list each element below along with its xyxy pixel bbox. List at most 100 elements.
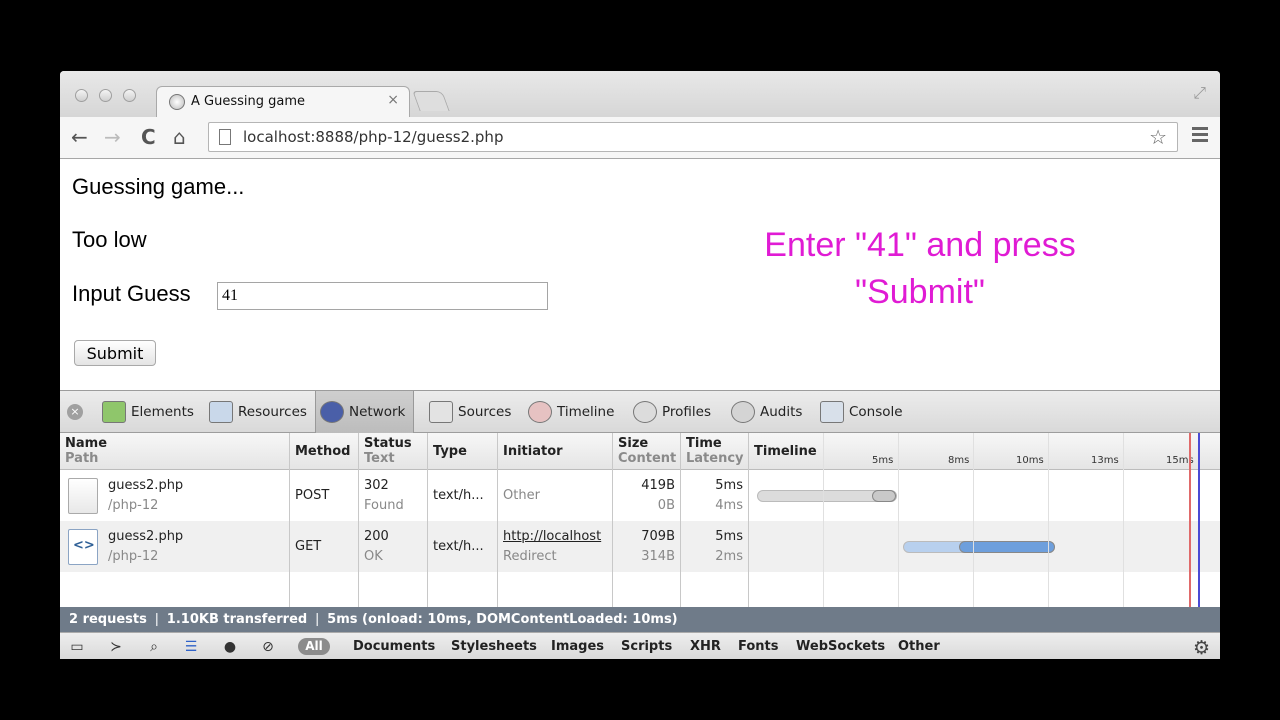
filter-xhr[interactable]: XHR <box>690 639 721 654</box>
html-file-icon <box>68 529 98 565</box>
filter-all[interactable]: All <box>298 638 330 655</box>
guess-input[interactable] <box>217 282 548 310</box>
back-icon[interactable]: ← <box>71 125 88 149</box>
column-divider[interactable] <box>748 433 749 607</box>
fullscreen-icon[interactable]: ⤢ <box>1193 83 1206 103</box>
tab-label: Profiles <box>662 404 712 420</box>
home-icon[interactable]: ⌂ <box>173 125 186 149</box>
col-initiator[interactable]: Initiator <box>503 444 563 459</box>
bookmark-star-icon[interactable]: ☆ <box>1149 125 1167 149</box>
filter-stylesheets[interactable]: Stylesheets <box>451 639 537 654</box>
audits-icon <box>731 401 755 423</box>
request-method: POST <box>295 488 330 503</box>
menu-icon[interactable] <box>1192 127 1208 145</box>
initiator-link[interactable]: http://localhost <box>503 529 601 544</box>
record-icon[interactable]: ● <box>221 638 239 656</box>
tab-resources[interactable]: Resources <box>205 391 307 433</box>
reload-icon[interactable]: C <box>141 125 156 149</box>
browser-tab[interactable]: A Guessing game × <box>156 86 410 118</box>
console-drawer-icon[interactable]: ≻ <box>107 638 125 656</box>
column-divider[interactable] <box>289 433 290 607</box>
filter-fonts[interactable]: Fonts <box>738 639 779 654</box>
new-tab-button[interactable] <box>412 91 450 111</box>
title-bar: A Guessing game × ⤢ <box>60 71 1220 118</box>
zoom-window-button[interactable] <box>123 89 136 102</box>
col-type[interactable]: Type <box>433 444 467 459</box>
column-divider[interactable] <box>497 433 498 607</box>
network-table: Name Path Method Status Text Type Initiato… <box>60 433 1220 607</box>
tab-label: Resources <box>238 404 307 420</box>
dock-icon[interactable]: ▭ <box>68 638 86 656</box>
submit-button[interactable]: Submit <box>74 340 156 366</box>
col-status[interactable]: Status Text <box>364 436 412 466</box>
filter-other[interactable]: Other <box>898 639 940 654</box>
minimize-window-button[interactable] <box>99 89 112 102</box>
time-value: 5ms <box>715 529 743 544</box>
request-path: /php-12 <box>108 498 159 513</box>
status-text: OK <box>364 549 383 564</box>
search-icon[interactable]: ⌕ <box>145 638 163 656</box>
col-timeline[interactable]: Timeline <box>754 444 817 459</box>
col-text-label: Text <box>364 451 395 466</box>
column-divider[interactable] <box>612 433 613 607</box>
elements-icon <box>102 401 126 423</box>
col-time[interactable]: Time Latency <box>686 436 744 466</box>
request-path: /php-12 <box>108 549 159 564</box>
settings-gear-icon[interactable]: ⚙ <box>1193 637 1210 659</box>
column-divider[interactable] <box>358 433 359 607</box>
col-latency-label: Latency <box>686 451 744 466</box>
request-size: 419B 0B <box>618 476 675 516</box>
col-method[interactable]: Method <box>295 444 350 459</box>
page-content: Guessing game... Too low Input Guess Sub… <box>60 160 1220 390</box>
col-name[interactable]: Name Path <box>65 436 107 466</box>
col-size[interactable]: Size Content <box>618 436 676 466</box>
timeline-tick: 5ms <box>872 455 894 466</box>
address-bar[interactable]: localhost:8888/php-12/guess2.php ☆ <box>208 122 1178 152</box>
column-divider[interactable] <box>427 433 428 607</box>
size-value: 709B <box>641 529 675 544</box>
tab-timeline[interactable]: Timeline <box>524 391 614 433</box>
tab-elements[interactable]: Elements <box>98 391 194 433</box>
favicon-icon <box>169 94 185 110</box>
col-name-label: Name <box>65 436 108 451</box>
timeline-gridline <box>823 433 824 607</box>
latency-value: 2ms <box>715 549 743 564</box>
filter-images[interactable]: Images <box>551 639 604 654</box>
tab-label: Network <box>349 404 406 420</box>
timeline-gridline <box>898 433 899 607</box>
url-text[interactable]: localhost:8888/php-12/guess2.php <box>243 128 503 146</box>
file-icon <box>68 478 98 514</box>
annotation-line-2: "Submit" <box>855 273 985 311</box>
tab-sources[interactable]: Sources <box>425 391 511 433</box>
filter-documents[interactable]: Documents <box>353 639 435 654</box>
tab-label: Elements <box>131 404 194 420</box>
forward-icon[interactable]: → <box>104 125 121 149</box>
tab-console[interactable]: Console <box>816 391 903 433</box>
filter-scripts[interactable]: Scripts <box>621 639 672 654</box>
column-divider[interactable] <box>680 433 681 607</box>
request-row[interactable]: guess2.php/php-12 GET 200 OK text/h... ht… <box>60 521 1220 572</box>
network-icon <box>320 401 344 423</box>
request-size: 709B 314B <box>618 527 675 567</box>
tab-profiles[interactable]: Profiles <box>629 391 711 433</box>
request-row[interactable]: guess2.php/php-12 POST 302 Found text/h..… <box>60 470 1220 521</box>
close-window-button[interactable] <box>75 89 88 102</box>
status-code: 302 <box>364 478 389 493</box>
browser-toolbar: ← → C ⌂ localhost:8888/php-12/guess2.php… <box>60 117 1220 159</box>
tab-audits[interactable]: Audits <box>727 391 802 433</box>
close-devtools-icon[interactable]: × <box>67 404 83 420</box>
annotation-line-1: Enter "41" and press <box>764 226 1076 264</box>
timeline-tick: 8ms <box>948 455 970 466</box>
filter-websockets[interactable]: WebSockets <box>796 639 885 654</box>
col-status-label: Status <box>364 436 412 451</box>
timeline-gridline <box>973 433 974 607</box>
tab-close-icon[interactable]: × <box>387 92 399 108</box>
clear-icon[interactable]: ⊘ <box>259 638 277 656</box>
request-status: 302 Found <box>364 476 404 516</box>
tab-label: Console <box>849 404 903 420</box>
request-time: 5ms 2ms <box>686 527 743 567</box>
col-content-label: Content <box>618 451 677 466</box>
list-view-icon[interactable]: ☰ <box>182 638 200 656</box>
instruction-annotation: Enter "41" and press "Submit" <box>710 222 1130 316</box>
tab-network[interactable]: Network <box>315 391 414 433</box>
